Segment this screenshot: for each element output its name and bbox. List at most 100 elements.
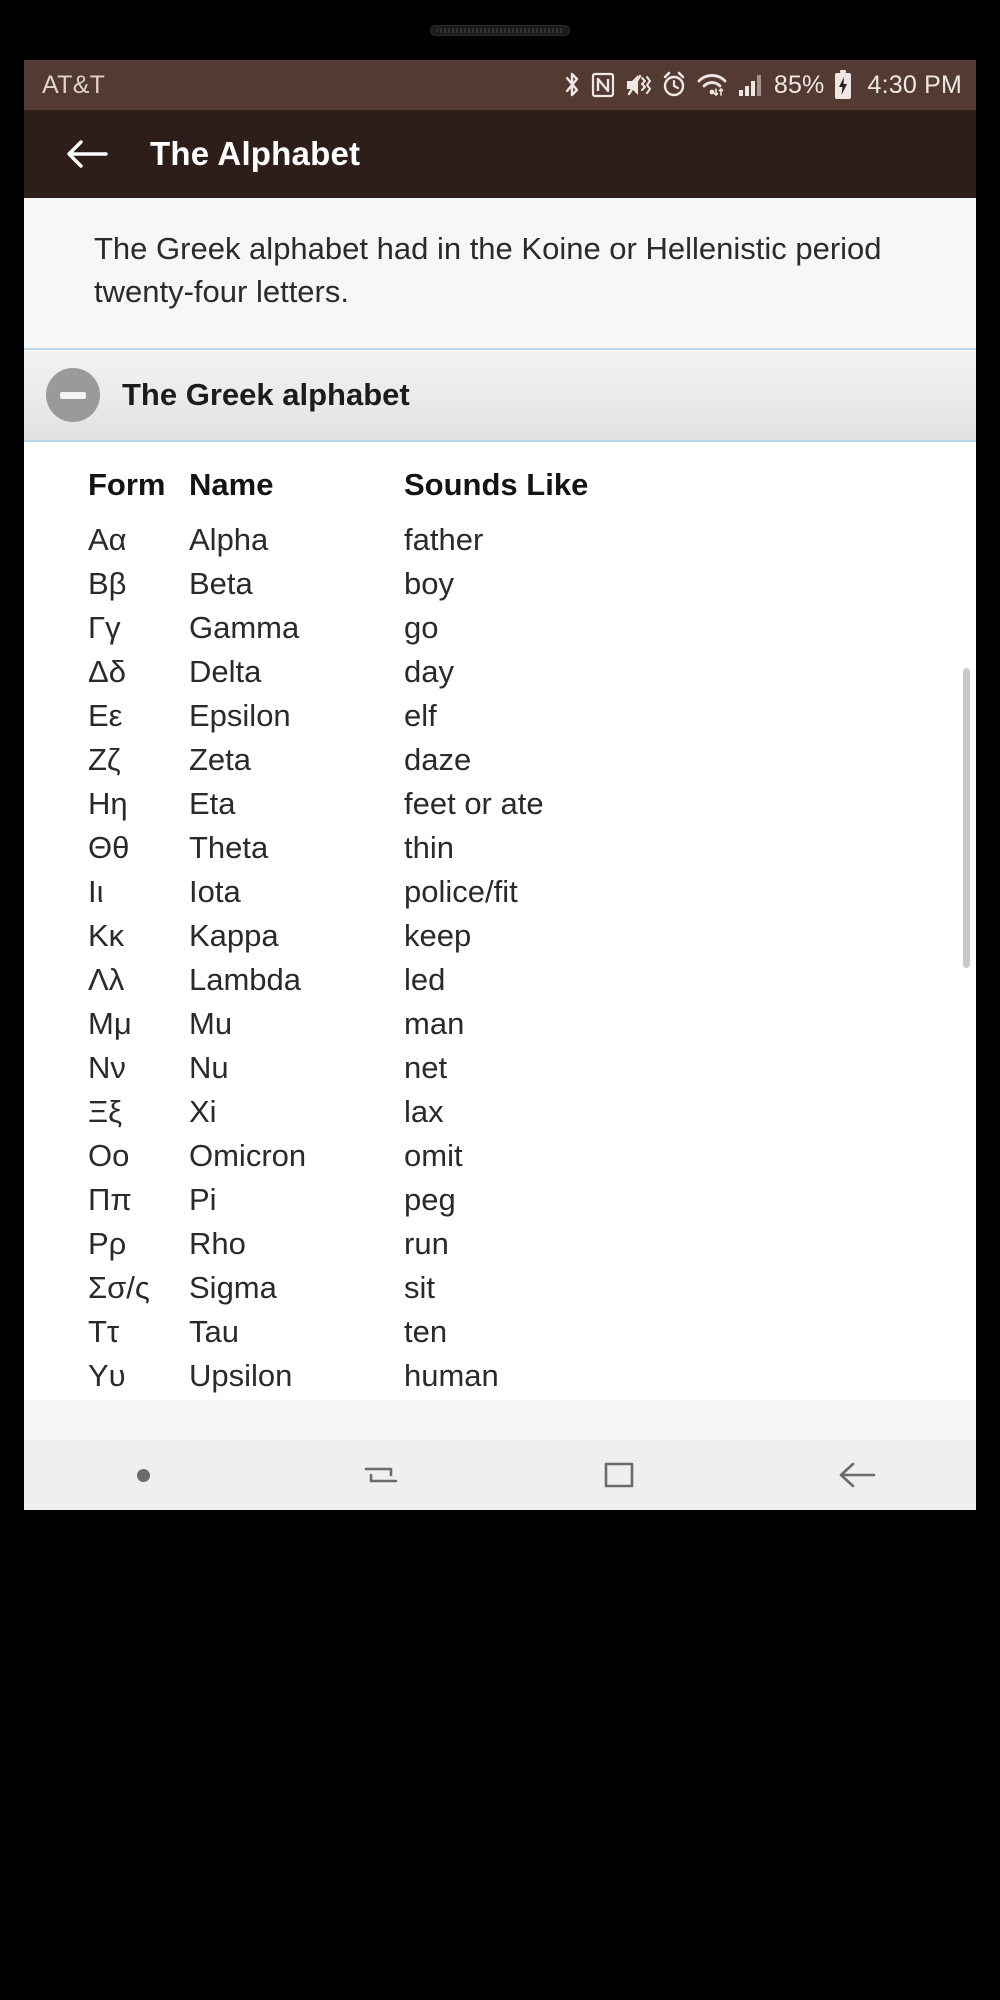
cell-form: Μμ bbox=[88, 1005, 132, 1041]
cell-form: Σσ/ς bbox=[88, 1269, 150, 1305]
cell-form: Λλ bbox=[88, 961, 125, 997]
table-row: Ββ Beta boy bbox=[24, 562, 976, 606]
back-arrow-icon[interactable] bbox=[64, 131, 110, 177]
nav-multitask-button[interactable] bbox=[262, 1440, 500, 1510]
cell-form: Εε bbox=[88, 697, 123, 733]
nav-back-button[interactable] bbox=[738, 1440, 976, 1510]
cell-name: Mu bbox=[189, 1005, 233, 1041]
left-bezel bbox=[0, 60, 24, 1510]
status-bar: AT&T 85% 4:30 PM bbox=[24, 60, 976, 110]
table-row: Νν Nu net bbox=[24, 1046, 976, 1090]
cell-form: Δδ bbox=[88, 653, 126, 689]
recents-dot-icon bbox=[136, 1468, 150, 1482]
alphabet-table-wrap: Form Name Sounds Like Αα Alpha father Ββ Bet… bbox=[24, 441, 976, 1440]
cell-form: Αα bbox=[88, 521, 127, 557]
status-icons-group: 85% 4:30 PM bbox=[562, 69, 962, 101]
top-bezel bbox=[0, 0, 1000, 60]
cell-name: Omicron bbox=[189, 1137, 307, 1173]
battery-charging-icon bbox=[835, 70, 852, 99]
cell-sounds: sit bbox=[404, 1269, 435, 1305]
section-title: The Greek alphabet bbox=[122, 377, 410, 413]
cell-sounds: led bbox=[404, 961, 446, 997]
table-row: Ιι Iota police/fit bbox=[24, 870, 976, 914]
table-row: Θθ Theta thin bbox=[24, 826, 976, 870]
cell-name: Beta bbox=[189, 565, 253, 601]
phone-screen: AT&T 85% 4:30 PM The Alphabet The Greek … bbox=[24, 60, 976, 1510]
intro-text: The Greek alphabet had in the Koine or H… bbox=[94, 231, 882, 309]
cell-form: Οο bbox=[88, 1137, 130, 1173]
nfc-icon bbox=[591, 72, 614, 98]
table-row: Σσ/ς Sigma sit bbox=[24, 1266, 976, 1310]
nav-recents-dot[interactable] bbox=[24, 1440, 262, 1510]
cell-sounds: elf bbox=[404, 697, 437, 733]
cell-sounds: go bbox=[404, 609, 439, 645]
page-title: The Alphabet bbox=[150, 135, 361, 172]
cell-name: Lambda bbox=[189, 961, 302, 997]
section-header-greek-alphabet[interactable]: The Greek alphabet bbox=[24, 349, 976, 442]
cell-sounds: man bbox=[404, 1005, 465, 1041]
right-bezel bbox=[976, 60, 1000, 1510]
cell-sounds: net bbox=[404, 1049, 448, 1085]
table-row: Ξξ Xi lax bbox=[24, 1090, 976, 1134]
table-row: Λλ Lambda led bbox=[24, 958, 976, 1002]
cell-form: Ββ bbox=[88, 565, 127, 601]
cell-form: Νν bbox=[88, 1049, 126, 1085]
cell-sounds: lax bbox=[404, 1093, 444, 1129]
back-arrow-icon bbox=[839, 1462, 876, 1488]
earpiece-speaker bbox=[430, 25, 570, 36]
vibrate-mute-icon bbox=[626, 74, 651, 96]
cell-sounds: day bbox=[404, 653, 454, 689]
cell-form: Υυ bbox=[88, 1357, 126, 1393]
column-header-form: Form bbox=[88, 466, 166, 502]
cell-form: Ππ bbox=[88, 1181, 132, 1217]
cell-name: Theta bbox=[189, 829, 269, 865]
cell-sounds: police/fit bbox=[404, 873, 518, 909]
cell-name: Eta bbox=[189, 785, 236, 821]
cell-form: Θθ bbox=[88, 829, 130, 865]
table-header-row: Form Name Sounds Like bbox=[24, 458, 976, 518]
table-row: Ηη Eta feet or ate bbox=[24, 782, 976, 826]
column-header-sounds: Sounds Like bbox=[404, 466, 589, 502]
content-scroll-area[interactable]: The Greek alphabet had in the Koine or H… bbox=[24, 198, 976, 1440]
cell-sounds: father bbox=[404, 521, 484, 557]
cell-sounds: omit bbox=[404, 1137, 463, 1173]
cell-form: Ιι bbox=[88, 873, 104, 909]
intro-block: The Greek alphabet had in the Koine or H… bbox=[24, 198, 976, 350]
table-row: Υυ Upsilon human bbox=[24, 1354, 976, 1398]
cell-sounds: feet or ate bbox=[404, 785, 544, 821]
cell-name: Iota bbox=[189, 873, 241, 909]
alarm-icon bbox=[663, 71, 685, 97]
cell-name: Sigma bbox=[189, 1269, 277, 1305]
cell-sounds: run bbox=[404, 1225, 449, 1261]
wifi-icon bbox=[697, 74, 727, 96]
bluetooth-icon bbox=[565, 72, 579, 97]
cell-sounds: human bbox=[404, 1357, 499, 1393]
cell-name: Delta bbox=[189, 653, 262, 689]
table-row: Δδ Delta day bbox=[24, 650, 976, 694]
minus-circle-icon[interactable] bbox=[46, 368, 100, 423]
cellular-signal-icon bbox=[738, 75, 761, 96]
home-square-icon bbox=[604, 1462, 634, 1488]
cell-name: Alpha bbox=[189, 521, 269, 557]
column-header-name: Name bbox=[189, 466, 274, 502]
cell-name: Nu bbox=[189, 1049, 229, 1085]
bottom-bezel bbox=[0, 1510, 1000, 2000]
cell-name: Upsilon bbox=[189, 1357, 293, 1393]
carrier-label: AT&T bbox=[42, 70, 106, 99]
phone-device: AT&T 85% 4:30 PM The Alphabet The Greek … bbox=[0, 0, 1000, 2000]
cell-sounds: peg bbox=[404, 1181, 456, 1217]
table-row: Κκ Kappa keep bbox=[24, 914, 976, 958]
table-row: Ππ Pi peg bbox=[24, 1178, 976, 1222]
nav-home-button[interactable] bbox=[500, 1440, 738, 1510]
cell-name: Epsilon bbox=[189, 697, 291, 733]
minus-bar bbox=[60, 391, 86, 399]
table-row: Μμ Mu man bbox=[24, 1002, 976, 1046]
cell-name: Kappa bbox=[189, 917, 279, 953]
clock-label: 4:30 PM bbox=[867, 70, 962, 99]
cell-name: Zeta bbox=[189, 741, 252, 777]
cell-name: Xi bbox=[189, 1093, 217, 1129]
table-row: Ζζ Zeta daze bbox=[24, 738, 976, 782]
cell-name: Rho bbox=[189, 1225, 246, 1261]
cell-form: Γγ bbox=[88, 609, 121, 645]
vertical-scrollbar[interactable] bbox=[963, 668, 970, 968]
